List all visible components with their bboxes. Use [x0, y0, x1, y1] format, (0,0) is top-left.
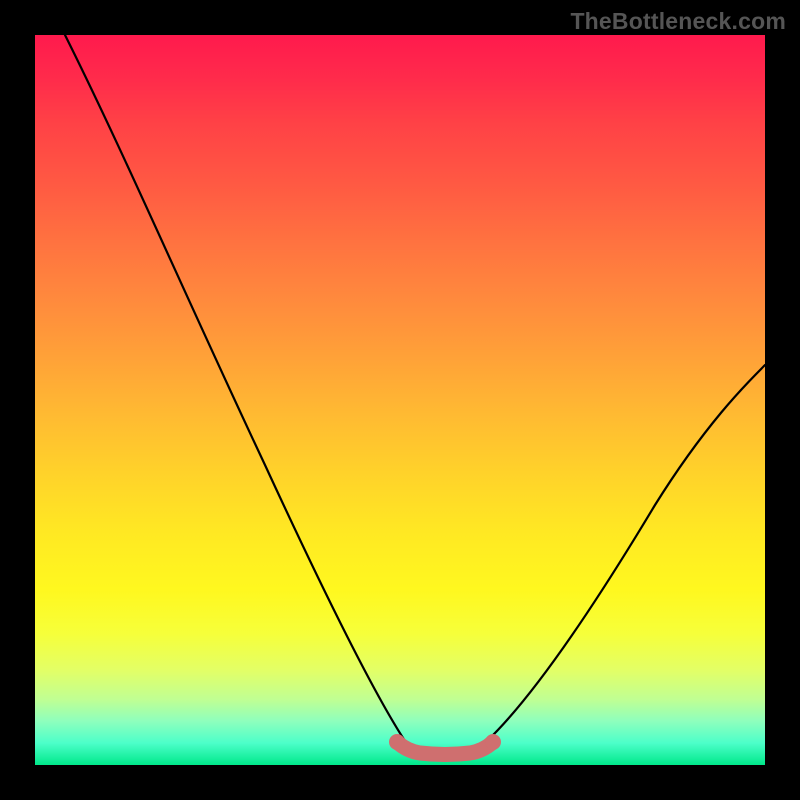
- valley-dot-left: [389, 734, 405, 750]
- watermark-text: TheBottleneck.com: [570, 8, 786, 35]
- curve-layer: [35, 35, 765, 765]
- right-curve: [487, 365, 765, 741]
- chart-frame: TheBottleneck.com: [0, 0, 800, 800]
- left-curve: [65, 35, 405, 741]
- plot-area: [35, 35, 765, 765]
- valley-floor-highlight: [397, 742, 493, 755]
- valley-dot-right: [485, 734, 501, 750]
